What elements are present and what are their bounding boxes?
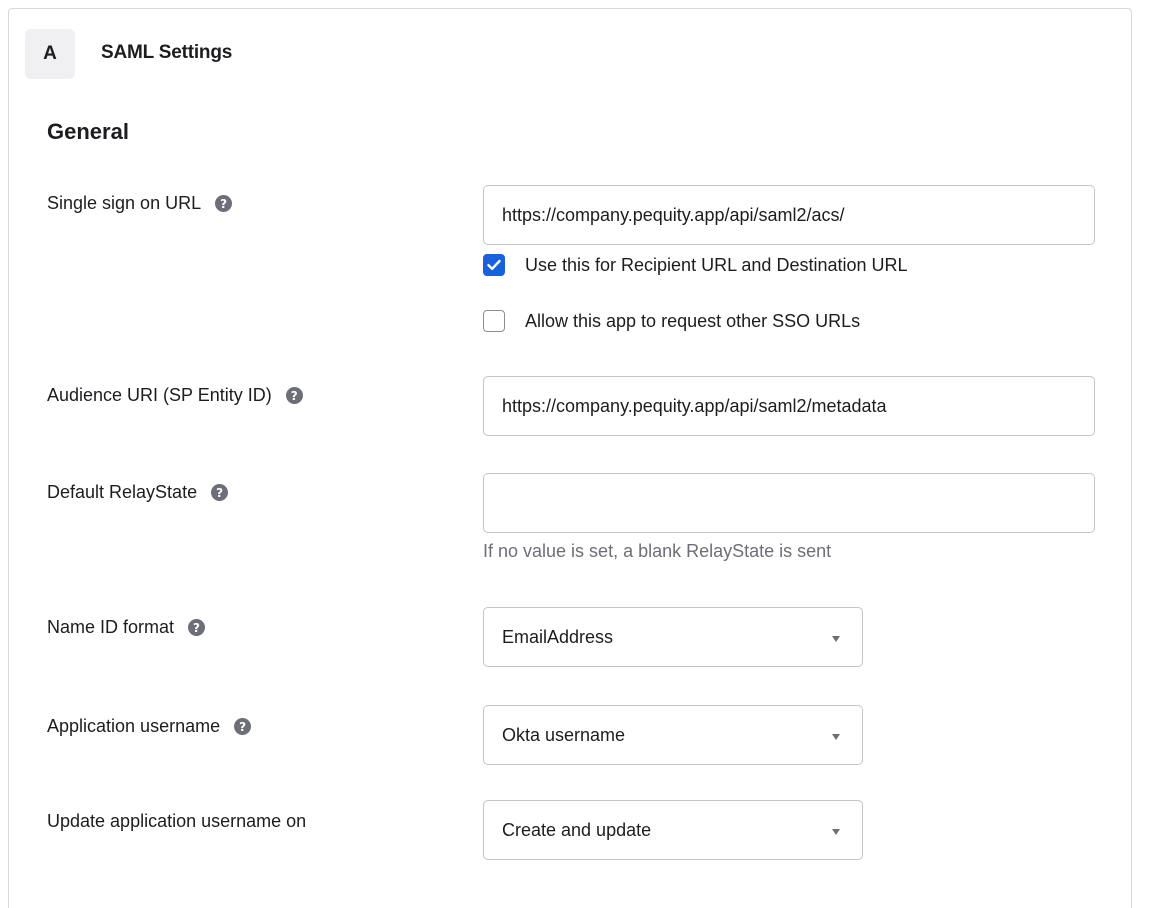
caret-down-icon bbox=[832, 635, 840, 642]
name-id-format-select[interactable]: EmailAddress bbox=[483, 607, 863, 667]
caret-down-icon bbox=[832, 733, 840, 740]
help-icon[interactable]: ? bbox=[188, 619, 206, 636]
other-sso-checkbox-label: Allow this app to request other SSO URLs bbox=[525, 310, 861, 331]
recipient-url-checkbox[interactable] bbox=[483, 254, 505, 276]
saml-settings-card: A SAML Settings General Single sign on U… bbox=[8, 8, 1132, 908]
audience-uri-input[interactable] bbox=[483, 376, 1095, 436]
recipient-url-checkbox-label: Use this for Recipient URL and Destinati… bbox=[525, 254, 908, 275]
update-username-value: Create and update bbox=[502, 819, 652, 840]
audience-uri-label-text: Audience URI (SP Entity ID) bbox=[47, 385, 272, 405]
app-username-label-text: Application username bbox=[47, 716, 221, 736]
step-title: SAML Settings bbox=[101, 42, 233, 63]
name-id-format-value: EmailAddress bbox=[502, 626, 614, 647]
app-username-select[interactable]: Okta username bbox=[483, 705, 863, 765]
relay-state-label: Default RelayState ? bbox=[47, 482, 229, 503]
name-id-format-label-text: Name ID format bbox=[47, 617, 175, 637]
section-title: General bbox=[47, 119, 129, 144]
recipient-url-checkbox-row[interactable]: Use this for Recipient URL and Destinati… bbox=[483, 254, 908, 276]
sso-url-label: Single sign on URL ? bbox=[47, 193, 233, 214]
other-sso-checkbox-row[interactable]: Allow this app to request other SSO URLs bbox=[483, 310, 860, 332]
sso-url-label-text: Single sign on URL bbox=[47, 193, 202, 213]
other-sso-checkbox[interactable] bbox=[483, 310, 505, 332]
checkmark-icon bbox=[487, 259, 501, 270]
update-username-select[interactable]: Create and update bbox=[483, 800, 863, 860]
sso-url-input[interactable] bbox=[483, 185, 1095, 245]
relay-state-input[interactable] bbox=[483, 473, 1095, 533]
help-icon[interactable]: ? bbox=[215, 195, 233, 212]
audience-uri-label: Audience URI (SP Entity ID) ? bbox=[47, 385, 303, 406]
app-username-value: Okta username bbox=[502, 724, 626, 745]
step-badge: A bbox=[25, 29, 75, 79]
name-id-format-label: Name ID format ? bbox=[47, 617, 206, 638]
app-username-label: Application username ? bbox=[47, 716, 252, 737]
help-icon[interactable]: ? bbox=[234, 718, 252, 735]
relay-state-hint: If no value is set, a blank RelayState i… bbox=[483, 541, 832, 561]
help-icon[interactable]: ? bbox=[211, 484, 229, 501]
update-username-label-text: Update application username on bbox=[47, 811, 307, 831]
relay-state-label-text: Default RelayState bbox=[47, 482, 198, 502]
help-icon[interactable]: ? bbox=[285, 387, 303, 404]
caret-down-icon bbox=[832, 828, 840, 835]
update-username-label: Update application username on bbox=[47, 811, 306, 832]
